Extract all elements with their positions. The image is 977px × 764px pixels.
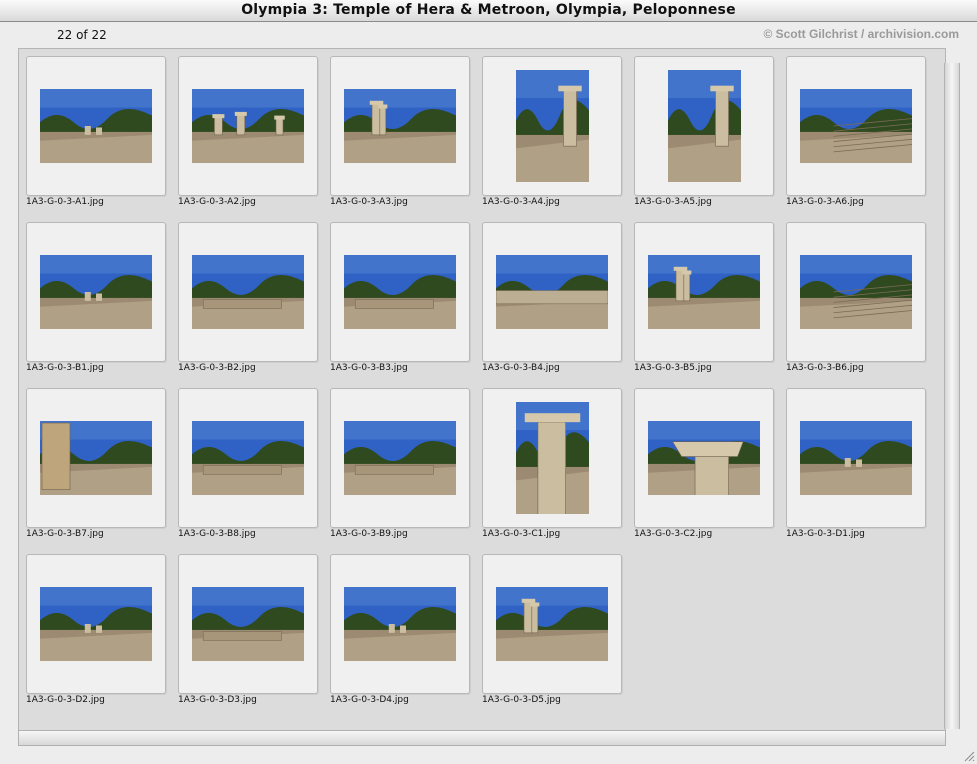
thumbnail-card[interactable]	[634, 388, 774, 528]
thumbnail-image[interactable]	[648, 255, 760, 329]
thumbnail-image[interactable]	[800, 89, 912, 163]
thumbnail-filename: 1A3-G-0-3-D2.jpg	[26, 695, 105, 705]
thumbnail-image[interactable]	[192, 587, 304, 661]
thumbnail-card[interactable]	[178, 554, 318, 694]
thumbnail-filename: 1A3-G-0-3-D5.jpg	[482, 695, 561, 705]
vertical-scrollbar[interactable]	[944, 63, 960, 729]
thumbnail-card[interactable]	[330, 388, 470, 528]
thumbnail-image[interactable]	[192, 255, 304, 329]
thumbnail-filename: 1A3-G-0-3-A5.jpg	[634, 197, 712, 207]
thumbnail-filename: 1A3-G-0-3-D3.jpg	[178, 695, 257, 705]
thumbnail-card[interactable]	[482, 222, 622, 362]
thumbnail-card[interactable]	[26, 554, 166, 694]
thumbnail-filename: 1A3-G-0-3-D1.jpg	[786, 529, 865, 539]
thumbnail-image[interactable]	[192, 421, 304, 495]
thumbnail-card[interactable]	[26, 222, 166, 362]
thumbnail-image[interactable]	[40, 89, 152, 163]
thumbnail-filename: 1A3-G-0-3-A6.jpg	[786, 197, 864, 207]
horizontal-scrollbar[interactable]	[18, 730, 946, 746]
thumbnail-filename: 1A3-G-0-3-B6.jpg	[786, 363, 864, 373]
thumbnail-card[interactable]	[330, 222, 470, 362]
thumbnail-image[interactable]	[344, 587, 456, 661]
thumbnail-filename: 1A3-G-0-3-C2.jpg	[634, 529, 713, 539]
thumbnail-grid: 1A3-G-0-3-A1.jpg 1A3-G-0-3-A2.jpg 1A3-G-0-…	[18, 48, 946, 731]
thumbnail-filename: 1A3-G-0-3-B7.jpg	[26, 529, 104, 539]
thumbnail-image[interactable]	[40, 587, 152, 661]
lightbox-window: 22 of 22 © Scott Gilchrist / archivision…	[0, 22, 977, 764]
thumbnail-image[interactable]	[344, 89, 456, 163]
thumbnail-image[interactable]	[344, 255, 456, 329]
thumbnail-filename: 1A3-G-0-3-A3.jpg	[330, 197, 408, 207]
thumbnail-image[interactable]	[516, 402, 589, 514]
thumbnail-image[interactable]	[496, 587, 608, 661]
thumbnail-image[interactable]	[344, 421, 456, 495]
thumbnail-card[interactable]	[634, 56, 774, 196]
thumbnail-filename: 1A3-G-0-3-B9.jpg	[330, 529, 408, 539]
thumbnail-filename: 1A3-G-0-3-A2.jpg	[178, 197, 256, 207]
thumbnail-image[interactable]	[192, 89, 304, 163]
thumbnail-card[interactable]	[482, 554, 622, 694]
thumbnail-card[interactable]	[178, 56, 318, 196]
window-title: Olympia 3: Temple of Hera & Metroon, Oly…	[241, 2, 736, 18]
thumbnail-image[interactable]	[496, 255, 608, 329]
thumbnail-card[interactable]	[330, 56, 470, 196]
image-count: 22 of 22	[57, 28, 107, 42]
thumbnail-card[interactable]	[786, 222, 926, 362]
thumbnail-card[interactable]	[482, 388, 622, 528]
copyright-credit: © Scott Gilchrist / archivision.com	[763, 27, 959, 41]
thumbnail-card[interactable]	[26, 388, 166, 528]
thumbnail-filename: 1A3-G-0-3-B8.jpg	[178, 529, 256, 539]
thumbnail-card[interactable]	[178, 222, 318, 362]
thumbnail-filename: 1A3-G-0-3-C1.jpg	[482, 529, 561, 539]
thumbnail-filename: 1A3-G-0-3-B2.jpg	[178, 363, 256, 373]
thumbnail-card[interactable]	[482, 56, 622, 196]
thumbnail-image[interactable]	[40, 255, 152, 329]
thumbnail-card[interactable]	[634, 222, 774, 362]
thumbnail-card[interactable]	[330, 554, 470, 694]
thumbnail-image[interactable]	[516, 70, 589, 182]
thumbnail-filename: 1A3-G-0-3-B3.jpg	[330, 363, 408, 373]
thumbnail-filename: 1A3-G-0-3-D4.jpg	[330, 695, 409, 705]
thumbnail-filename: 1A3-G-0-3-B1.jpg	[26, 363, 104, 373]
thumbnail-image[interactable]	[800, 255, 912, 329]
thumbnail-filename: 1A3-G-0-3-A1.jpg	[26, 197, 104, 207]
thumbnail-card[interactable]	[178, 388, 318, 528]
thumbnail-filename: 1A3-G-0-3-A4.jpg	[482, 197, 560, 207]
window-title-bar[interactable]: Olympia 3: Temple of Hera & Metroon, Oly…	[0, 0, 977, 22]
thumbnail-card[interactable]	[786, 56, 926, 196]
thumbnail-card[interactable]	[26, 56, 166, 196]
thumbnail-card[interactable]	[786, 388, 926, 528]
thumbnail-image[interactable]	[668, 70, 741, 182]
thumbnail-filename: 1A3-G-0-3-B4.jpg	[482, 363, 560, 373]
thumbnail-filename: 1A3-G-0-3-B5.jpg	[634, 363, 712, 373]
resize-grip-icon[interactable]	[963, 750, 975, 762]
thumbnail-image[interactable]	[40, 421, 152, 495]
thumbnail-image[interactable]	[648, 421, 760, 495]
thumbnail-image[interactable]	[800, 421, 912, 495]
